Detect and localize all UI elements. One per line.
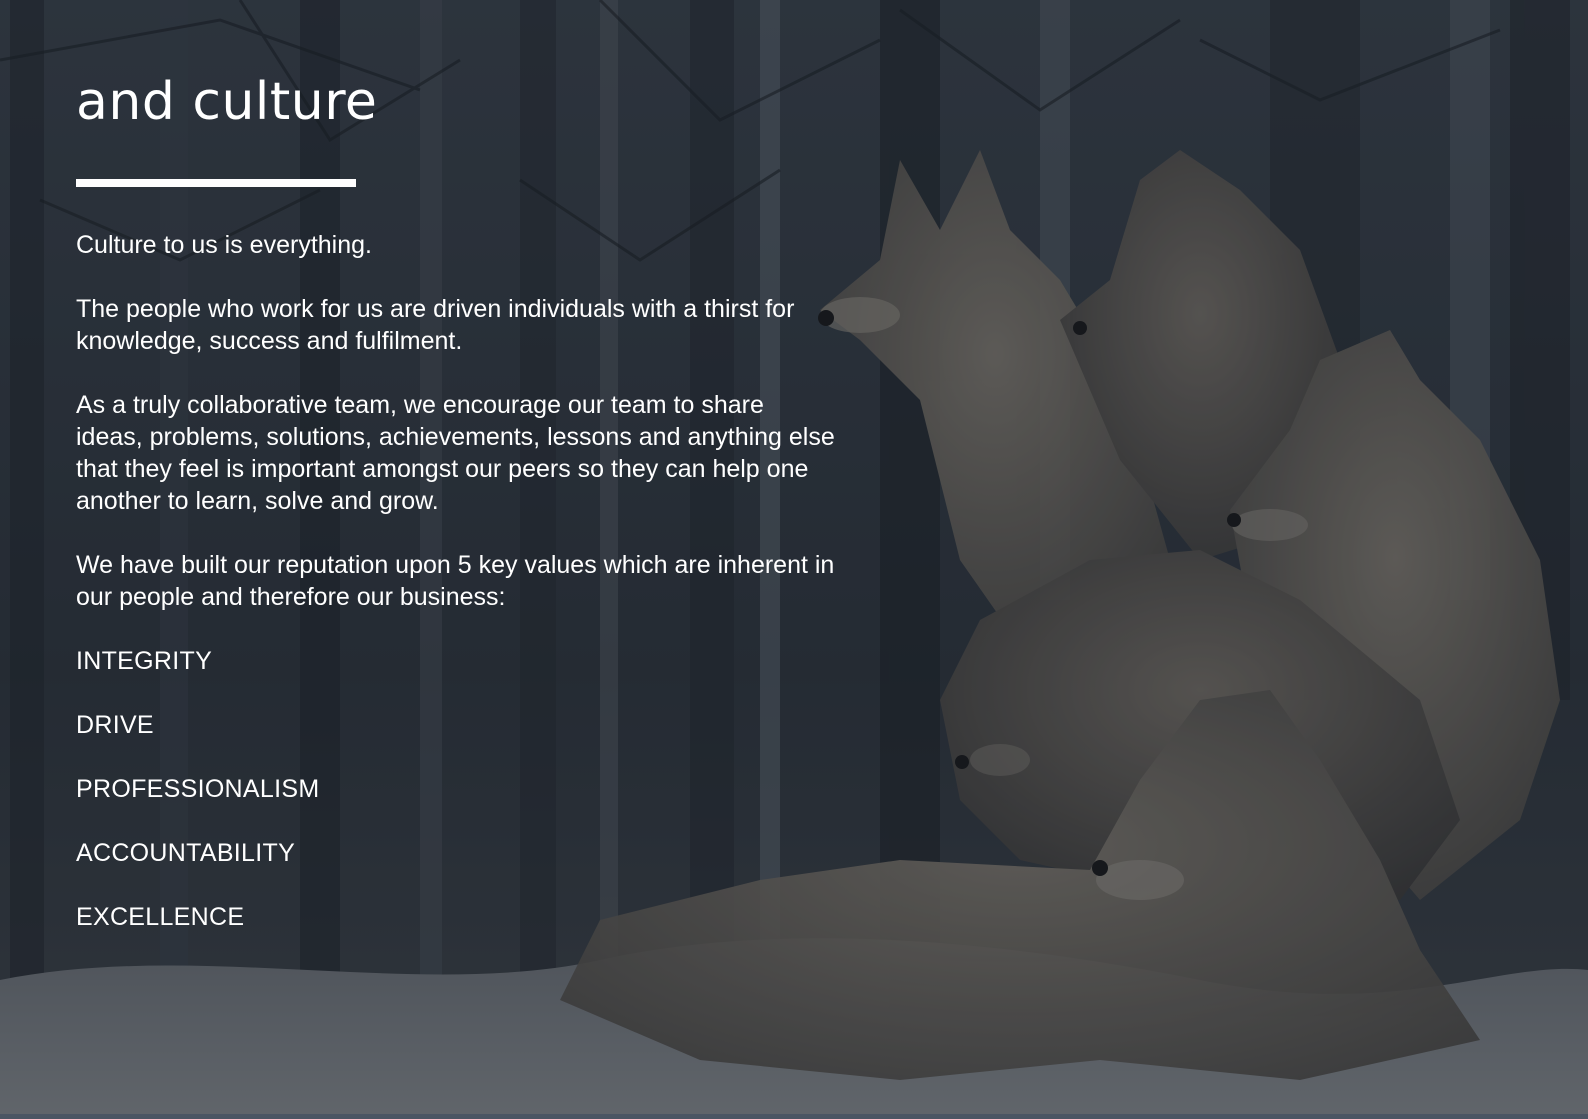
bottom-strip xyxy=(0,1114,1588,1119)
culture-slide: and culture Culture to us is everything.… xyxy=(0,0,1588,1119)
people-paragraph: The people who work for us are driven in… xyxy=(76,295,795,355)
value-accountability: ACCOUNTABILITY xyxy=(76,839,296,867)
key-values-list: INTEGRITY DRIVE PROFESSIONALISM ACCOUNTA… xyxy=(76,645,836,933)
value-integrity: INTEGRITY xyxy=(76,647,213,675)
value-professionalism: PROFESSIONALISM xyxy=(76,775,320,803)
collaboration-paragraph: As a truly collaborative team, we encour… xyxy=(76,391,835,515)
intro-paragraph: Culture to us is everything. xyxy=(76,231,372,259)
culture-content: and culture Culture to us is everything.… xyxy=(76,70,836,965)
value-excellence: EXCELLENCE xyxy=(76,903,245,931)
section-heading: and culture xyxy=(76,72,378,132)
heading-underline xyxy=(76,179,356,187)
values-intro-paragraph: We have built our reputation upon 5 key … xyxy=(76,551,835,611)
value-drive: DRIVE xyxy=(76,711,154,739)
